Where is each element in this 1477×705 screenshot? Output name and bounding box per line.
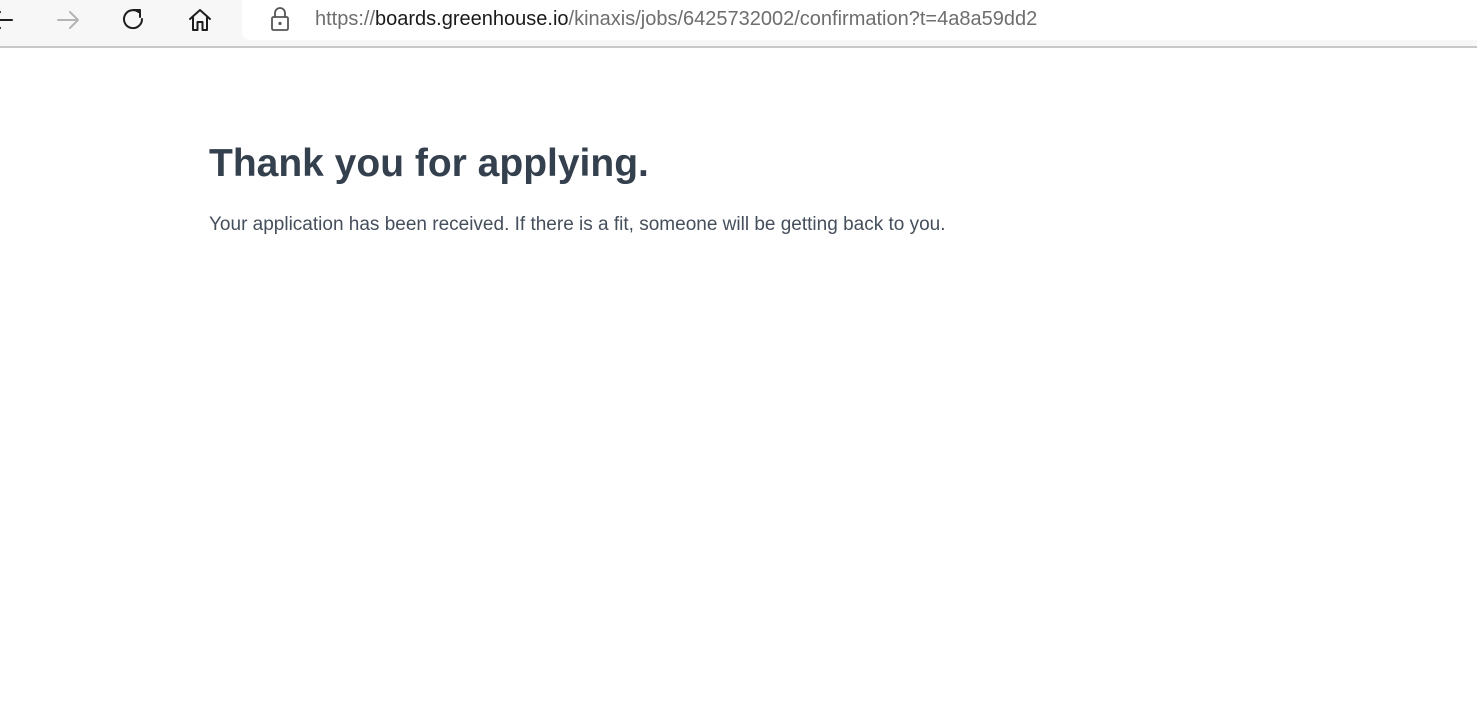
url-host: boards.greenhouse.io [375,8,569,30]
page-title: Thank you for applying. [209,142,649,185]
home-button[interactable] [182,2,218,38]
url-path: /kinaxis/jobs/6425732002/confirmation?t=… [568,8,1038,30]
confirmation-content: Thank you for applying. Your application… [209,140,1309,237]
lock-icon [271,7,289,31]
back-button[interactable] [0,2,20,38]
confirmation-message: Your application has been received. If t… [209,214,946,235]
address-bar[interactable]: https://boards.greenhouse.io/kinaxis/job… [242,0,1477,40]
arrow-left-icon [0,11,13,29]
arrow-right-icon [57,11,79,29]
refresh-icon [123,9,144,30]
forward-button[interactable] [50,2,86,38]
browser-toolbar: https://boards.greenhouse.io/kinaxis/job… [0,0,1477,48]
home-icon [189,9,211,31]
url-text[interactable]: https://boards.greenhouse.io/kinaxis/job… [315,6,1037,32]
refresh-button[interactable] [116,2,152,38]
url-scheme: https:// [315,8,376,30]
